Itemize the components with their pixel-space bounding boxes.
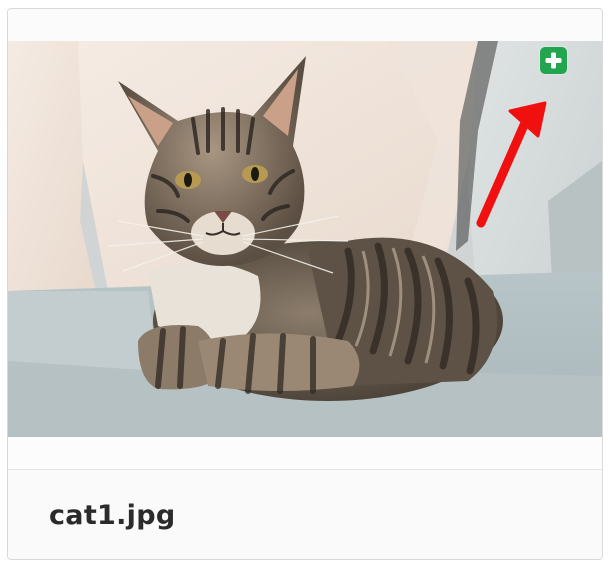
file-name: cat1.jpg: [49, 500, 176, 531]
add-button[interactable]: [540, 47, 567, 74]
card-bottom-strip: [8, 437, 602, 470]
cat-photo: [8, 41, 602, 437]
image-preview[interactable]: [8, 41, 602, 437]
file-card: cat1.jpg: [7, 8, 603, 560]
file-caption: cat1.jpg: [8, 470, 602, 559]
card-top-strip: [8, 9, 602, 41]
plus-icon: [545, 52, 562, 69]
